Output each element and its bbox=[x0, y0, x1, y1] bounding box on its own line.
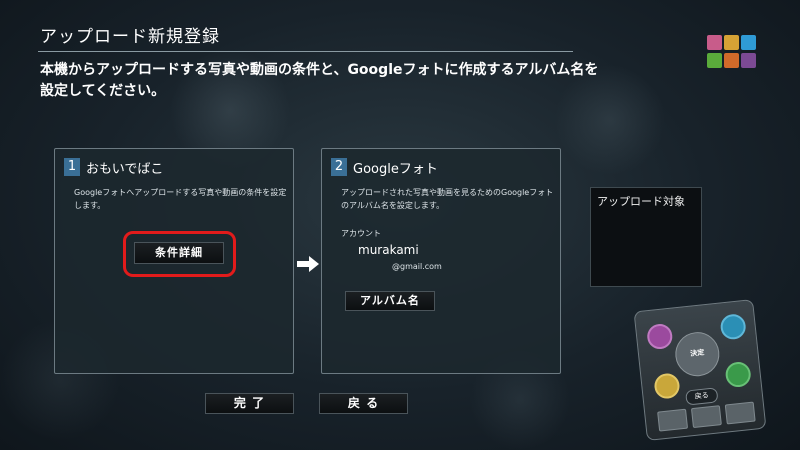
purple-button-icon bbox=[646, 322, 674, 351]
remote-key bbox=[690, 405, 722, 429]
step-description: Googleフォトへアップロードする写真や動画の条件を設定します。 bbox=[74, 188, 287, 210]
brand-logo bbox=[707, 35, 759, 69]
logo-tile bbox=[741, 35, 756, 50]
logo-tile bbox=[707, 35, 722, 50]
step-title: おもいでばこ bbox=[86, 162, 164, 177]
account-name: murakami bbox=[358, 243, 419, 257]
enter-label: 決定 bbox=[689, 348, 705, 358]
logo-tile bbox=[707, 53, 722, 68]
upload-target-panel: アップロード対象 bbox=[590, 187, 702, 287]
back-button[interactable]: 戻 る bbox=[319, 393, 408, 414]
logo-tile bbox=[724, 53, 739, 68]
step-number: 1 bbox=[64, 158, 80, 176]
account-email: @gmail.com bbox=[392, 262, 442, 271]
album-name-button[interactable]: アルバム名 bbox=[345, 291, 435, 311]
remote-back-label: 戻る bbox=[685, 387, 719, 406]
step-number: 2 bbox=[331, 158, 347, 176]
remote-control-guide: 決定 戻る bbox=[633, 299, 767, 441]
yellow-button-icon bbox=[653, 372, 681, 400]
dpad-icon: 決定 bbox=[673, 330, 722, 379]
arrow-right-icon bbox=[297, 256, 319, 272]
remote-key bbox=[657, 408, 689, 432]
green-button-icon bbox=[724, 360, 752, 389]
blue-button-icon bbox=[719, 313, 747, 341]
step-description: アップロードされた写真や動画を見るためのGoogleフォトのアルバム名を設定しま… bbox=[341, 188, 554, 210]
logo-tile bbox=[724, 35, 739, 50]
focus-highlight bbox=[123, 231, 236, 277]
page-description: 本機からアップロードする写真や動画の条件と、Googleフォトに作成するアルバム… bbox=[40, 62, 599, 99]
account-label: アカウント bbox=[341, 229, 381, 238]
upload-target-label: アップロード対象 bbox=[597, 195, 685, 208]
remote-key bbox=[724, 401, 756, 425]
page-title: アップロード新規登録 bbox=[40, 27, 220, 47]
done-button[interactable]: 完 了 bbox=[205, 393, 294, 414]
logo-tile bbox=[741, 53, 756, 68]
step-title: Googleフォト bbox=[353, 162, 438, 177]
step-panel-google-photos: 2 Googleフォト アップロードされた写真や動画を見るためのGoogleフォ… bbox=[321, 148, 561, 374]
title-divider bbox=[38, 51, 573, 52]
